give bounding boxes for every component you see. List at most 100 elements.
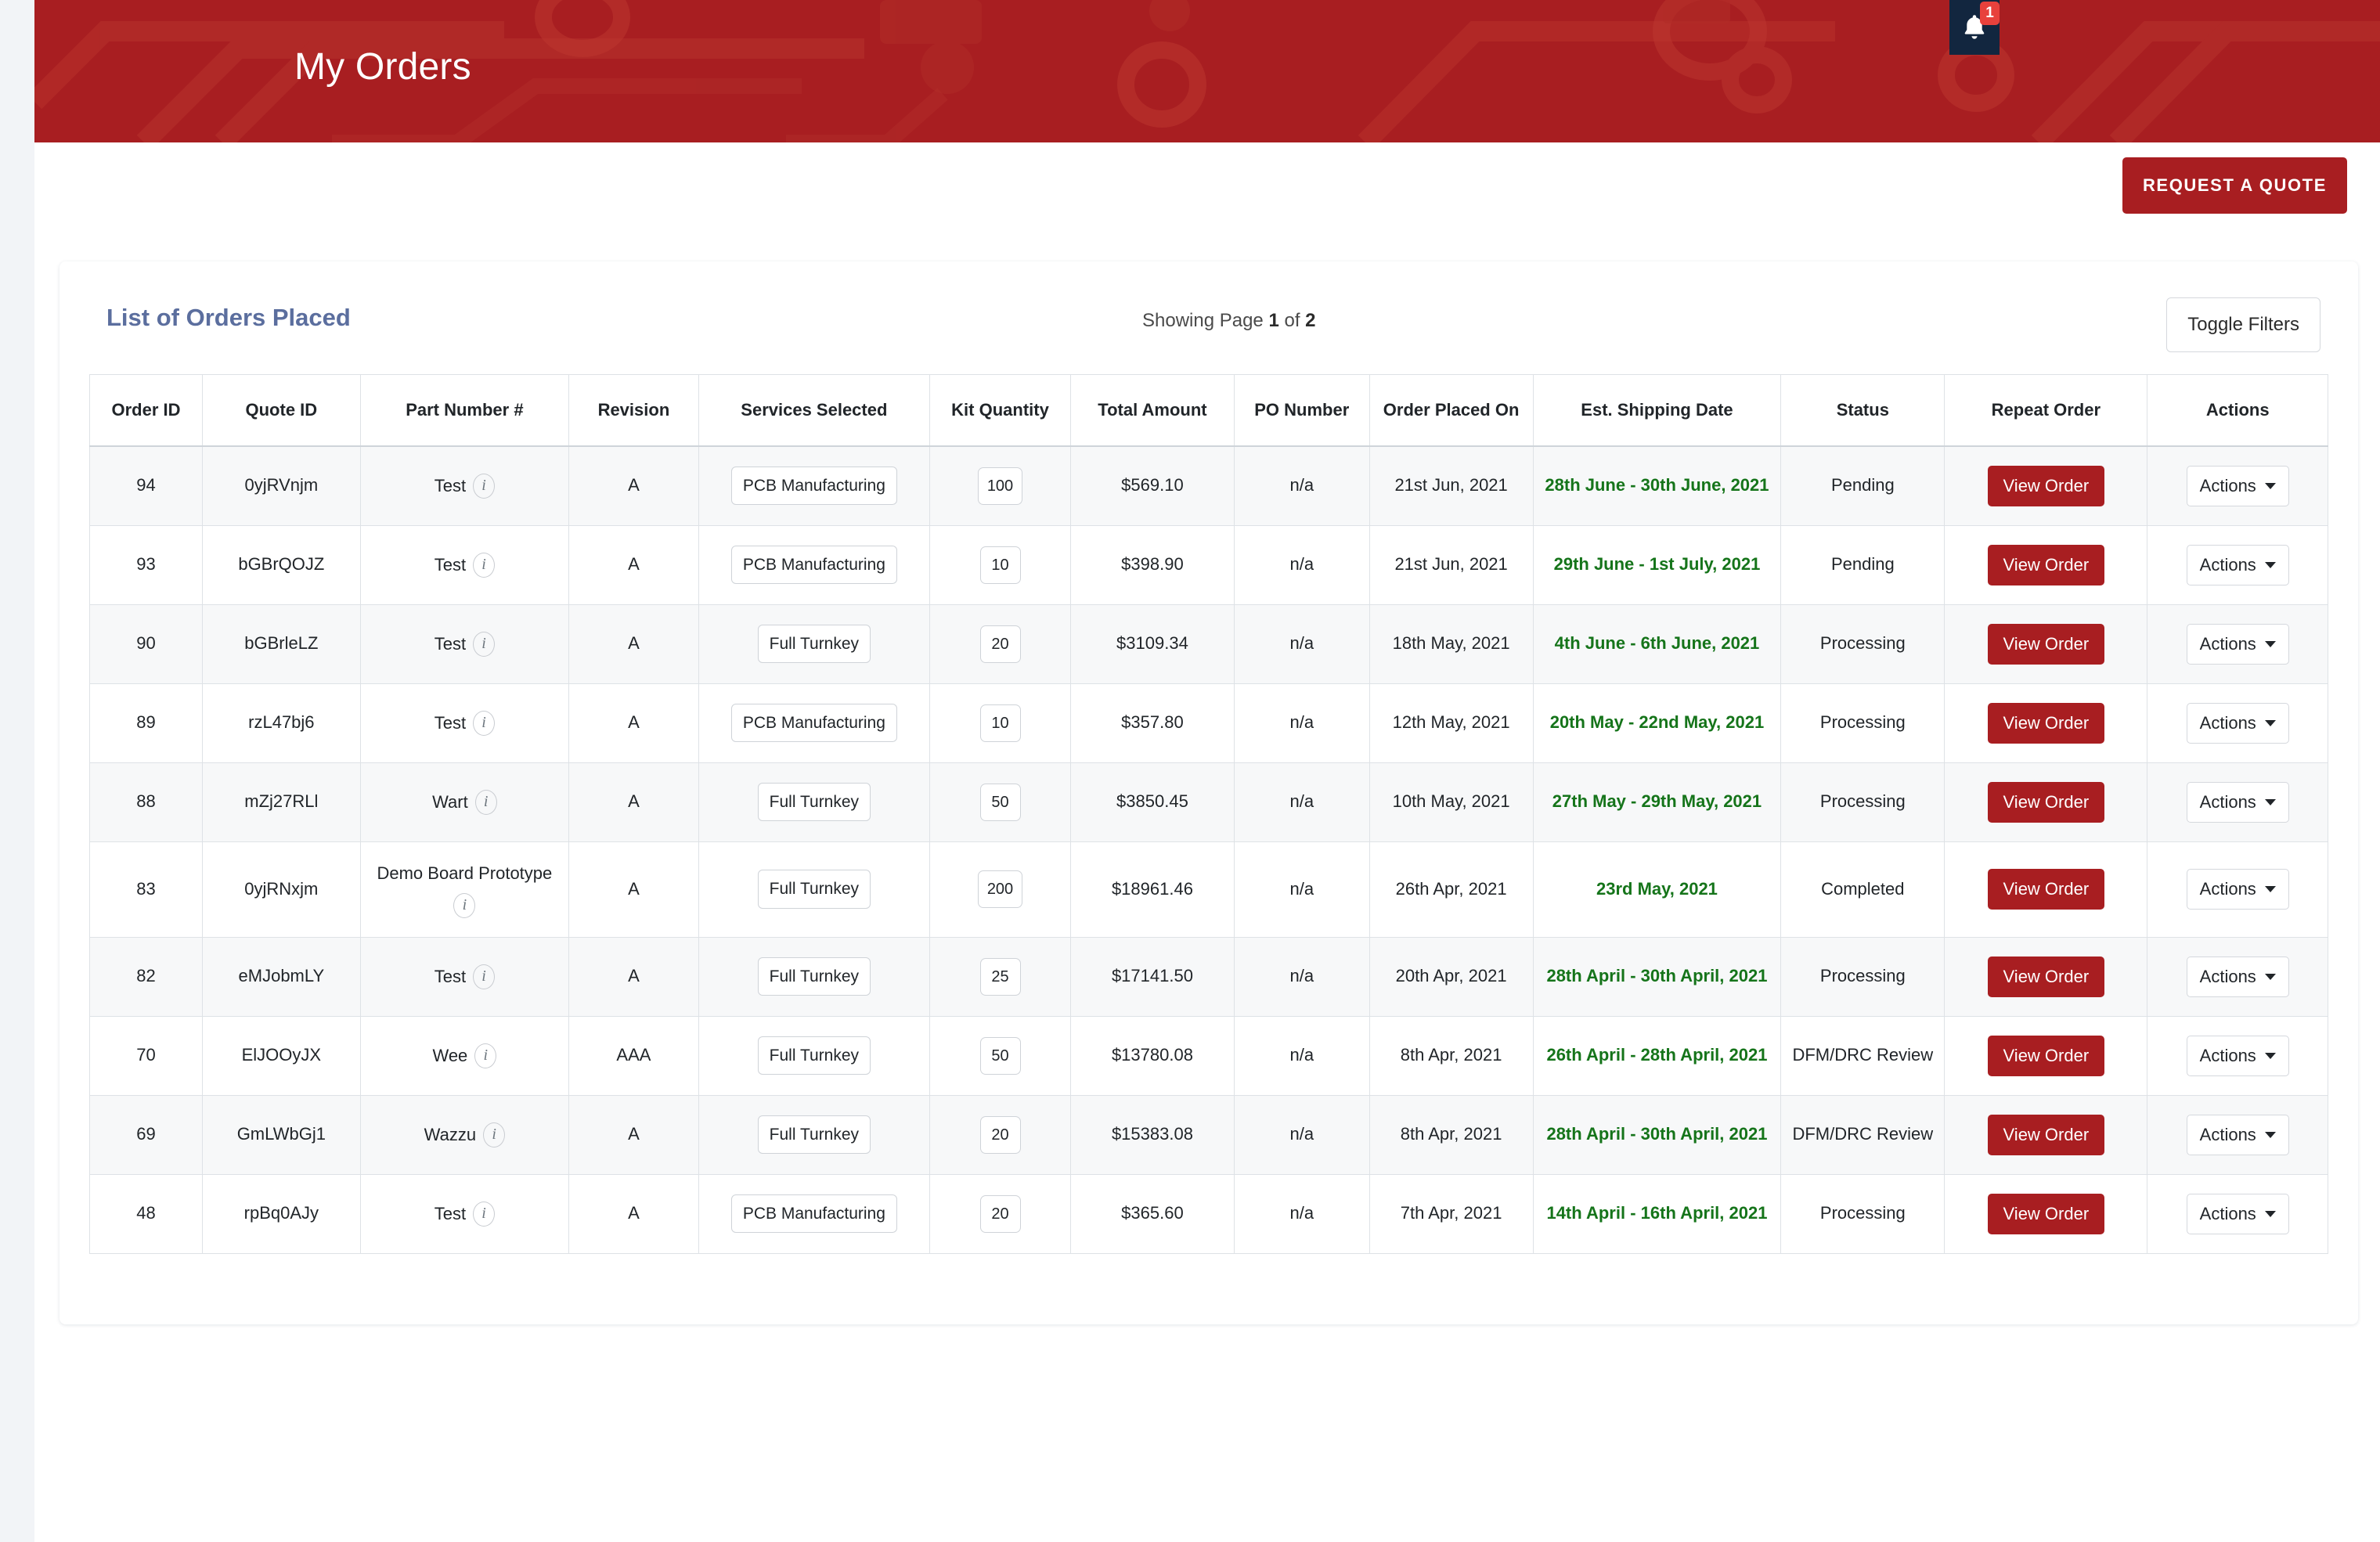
view-order-button[interactable]: View Order [1988, 1036, 2105, 1076]
view-order-button[interactable]: View Order [1988, 1115, 2105, 1155]
cell-part-number: Warti [360, 762, 568, 841]
view-order-button[interactable]: View Order [1988, 1194, 2105, 1234]
cell-total-amount: $3109.34 [1071, 604, 1235, 683]
cell-service-selected: Full Turnkey [698, 937, 929, 1016]
shipping-date-text: 28th June - 30th June, 2021 [1545, 475, 1769, 495]
part-number-label: Wee [432, 1043, 467, 1068]
view-order-button[interactable]: View Order [1988, 545, 2105, 585]
cell-order-placed-on: 21st Jun, 2021 [1369, 446, 1533, 526]
status-badge: Processing [1820, 633, 1906, 653]
cell-order-id: 82 [90, 937, 203, 1016]
cell-part-number: Testi [360, 937, 568, 1016]
cell-total-amount: $15383.08 [1071, 1095, 1235, 1174]
actions-dropdown-button[interactable]: Actions [2187, 782, 2289, 823]
actions-dropdown-button[interactable]: Actions [2187, 545, 2289, 585]
info-icon[interactable]: i [453, 893, 475, 918]
cell-po-number: n/a [1234, 604, 1369, 683]
cell-kit-quantity: 25 [929, 937, 1070, 1016]
actions-dropdown-button[interactable]: Actions [2187, 466, 2289, 506]
cell-revision: A [569, 604, 699, 683]
request-a-quote-button[interactable]: REQUEST A QUOTE [2122, 157, 2347, 214]
cell-total-amount: $13780.08 [1071, 1016, 1235, 1095]
info-icon[interactable]: i [473, 964, 495, 989]
cell-quote-id: rpBq0AJy [203, 1174, 361, 1253]
col-header-po-number: PO Number [1234, 375, 1369, 446]
actions-dropdown-button[interactable]: Actions [2187, 869, 2289, 910]
cell-revision: A [569, 937, 699, 1016]
cell-po-number: n/a [1234, 446, 1369, 526]
status-badge: DFM/DRC Review [1792, 1124, 1933, 1144]
table-row: 830yjRNxjmDemo Board PrototypeiAFull Tur… [90, 841, 2328, 937]
status-badge: Processing [1820, 712, 1906, 732]
actions-dropdown-label: Actions [2200, 555, 2256, 575]
kit-quantity-chip: 50 [980, 1037, 1021, 1075]
col-header-part-number: Part Number # [360, 375, 568, 446]
cell-service-selected: Full Turnkey [698, 1016, 929, 1095]
cell-kit-quantity: 20 [929, 1174, 1070, 1253]
orders-card-header: List of Orders Placed Showing Page 1 of … [89, 288, 2328, 355]
actions-dropdown-button[interactable]: Actions [2187, 1115, 2289, 1155]
cell-est-shipping-date: 27th May - 29th May, 2021 [1533, 762, 1781, 841]
status-badge: DFM/DRC Review [1792, 1045, 1933, 1065]
kit-quantity-chip: 20 [980, 1116, 1021, 1154]
info-icon[interactable]: i [473, 553, 495, 578]
info-icon[interactable]: i [474, 1043, 496, 1068]
cell-actions: Actions [2147, 604, 2328, 683]
toggle-filters-button[interactable]: Toggle Filters [2166, 297, 2320, 352]
service-chip: Full Turnkey [758, 1036, 871, 1075]
orders-table: Order ID Quote ID Part Number # Revision… [89, 374, 2328, 1254]
cell-service-selected: PCB Manufacturing [698, 446, 929, 526]
part-number-label: Demo Board Prototype [377, 861, 552, 886]
cell-repeat-order: View Order [1945, 937, 2147, 1016]
cell-order-placed-on: 12th May, 2021 [1369, 683, 1533, 762]
view-order-button[interactable]: View Order [1988, 782, 2105, 823]
chevron-down-icon [2265, 799, 2276, 805]
cell-part-number: Testi [360, 446, 568, 526]
cell-actions: Actions [2147, 841, 2328, 937]
actions-dropdown-button[interactable]: Actions [2187, 624, 2289, 665]
total-page-number: 2 [1305, 310, 1315, 331]
cell-part-number: Testi [360, 683, 568, 762]
info-icon[interactable]: i [473, 474, 495, 499]
cell-service-selected: Full Turnkey [698, 762, 929, 841]
cell-actions: Actions [2147, 446, 2328, 526]
chevron-down-icon [2265, 720, 2276, 726]
actions-dropdown-button[interactable]: Actions [2187, 957, 2289, 997]
chevron-down-icon [2265, 886, 2276, 892]
view-order-button[interactable]: View Order [1988, 624, 2105, 665]
info-icon[interactable]: i [473, 632, 495, 657]
kit-quantity-chip: 10 [980, 704, 1021, 742]
cell-revision: A [569, 841, 699, 937]
view-order-button[interactable]: View Order [1988, 703, 2105, 744]
actions-dropdown-button[interactable]: Actions [2187, 1036, 2289, 1076]
view-order-button[interactable]: View Order [1988, 957, 2105, 997]
info-icon[interactable]: i [473, 711, 495, 736]
cell-order-placed-on: 21st Jun, 2021 [1369, 525, 1533, 604]
cell-est-shipping-date: 28th April - 30th April, 2021 [1533, 1095, 1781, 1174]
view-order-button[interactable]: View Order [1988, 466, 2105, 506]
orders-table-header-row: Order ID Quote ID Part Number # Revision… [90, 375, 2328, 446]
info-icon[interactable]: i [475, 790, 497, 815]
cell-po-number: n/a [1234, 525, 1369, 604]
actions-dropdown-label: Actions [2200, 1125, 2256, 1145]
cell-order-id: 88 [90, 762, 203, 841]
info-icon[interactable]: i [473, 1202, 495, 1227]
part-number-label: Test [435, 553, 466, 578]
col-header-actions: Actions [2147, 375, 2328, 446]
cell-repeat-order: View Order [1945, 841, 2147, 937]
cell-repeat-order: View Order [1945, 1174, 2147, 1253]
shipping-date-text: 14th April - 16th April, 2021 [1546, 1203, 1767, 1223]
cell-status: Completed [1781, 841, 1945, 937]
cell-order-id: 93 [90, 525, 203, 604]
cell-order-placed-on: 7th Apr, 2021 [1369, 1174, 1533, 1253]
pagination-status: Showing Page 1 of 2 [1142, 310, 1316, 332]
col-header-total-amount: Total Amount [1071, 375, 1235, 446]
cell-est-shipping-date: 14th April - 16th April, 2021 [1533, 1174, 1781, 1253]
status-badge: Completed [1821, 879, 1904, 899]
actions-dropdown-button[interactable]: Actions [2187, 703, 2289, 744]
info-icon[interactable]: i [483, 1122, 505, 1147]
view-order-button[interactable]: View Order [1988, 869, 2105, 910]
cell-part-number: Weei [360, 1016, 568, 1095]
cell-total-amount: $398.90 [1071, 525, 1235, 604]
actions-dropdown-button[interactable]: Actions [2187, 1194, 2289, 1234]
